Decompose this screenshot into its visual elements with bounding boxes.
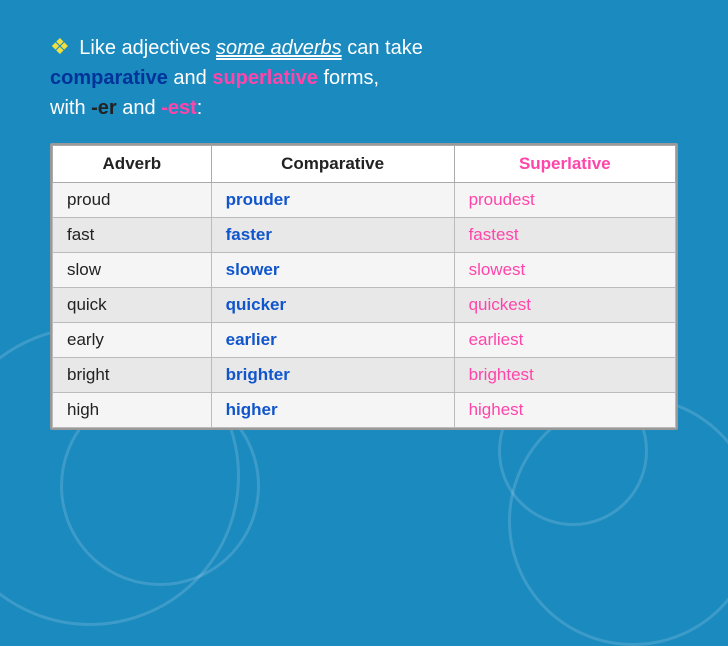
superlative-cell: fastest <box>454 218 675 253</box>
superlative-cell: brightest <box>454 358 675 393</box>
intro-line1-before: Like adjectives <box>79 37 216 59</box>
intro-paragraph: ❖ Like adjectives some adverbs can take … <box>50 30 678 123</box>
adverb-cell: fast <box>53 218 212 253</box>
superlative-cell: slowest <box>454 253 675 288</box>
table-row: fastfasterfastest <box>53 218 676 253</box>
comparative-cell: brighter <box>211 358 454 393</box>
superlative-cell: earliest <box>454 323 675 358</box>
superlative-word: superlative <box>212 67 318 89</box>
adverb-cell: early <box>53 323 212 358</box>
intro-line1-after: can take <box>342 37 423 59</box>
intro-line3-mid: and <box>117 97 161 119</box>
diamond-icon: ❖ <box>50 34 70 59</box>
intro-line2-mid: and <box>168 67 212 89</box>
adverb-cell: proud <box>53 183 212 218</box>
superlative-cell: highest <box>454 393 675 428</box>
intro-line2-end: forms, <box>318 67 379 89</box>
er-suffix: -er <box>91 97 117 119</box>
est-suffix: -est <box>161 97 197 119</box>
header-comparative: Comparative <box>211 146 454 183</box>
adverb-cell: slow <box>53 253 212 288</box>
adverb-table-wrapper: Adverb Comparative Superlative proudprou… <box>50 143 678 430</box>
adverbs-text: some adverbs <box>216 37 342 59</box>
main-content: ❖ Like adjectives some adverbs can take … <box>0 0 728 450</box>
comparative-cell: slower <box>211 253 454 288</box>
adverb-cell: quick <box>53 288 212 323</box>
intro-line3-end: : <box>197 97 203 119</box>
comparative-cell: earlier <box>211 323 454 358</box>
table-header-row: Adverb Comparative Superlative <box>53 146 676 183</box>
table-row: quickquickerquickest <box>53 288 676 323</box>
adverb-table: Adverb Comparative Superlative proudprou… <box>52 145 676 428</box>
adverb-cell: bright <box>53 358 212 393</box>
superlative-cell: proudest <box>454 183 675 218</box>
comparative-cell: higher <box>211 393 454 428</box>
table-body: proudprouderproudestfastfasterfastestslo… <box>53 183 676 428</box>
superlative-cell: quickest <box>454 288 675 323</box>
comparative-word: comparative <box>50 67 168 89</box>
header-adverb: Adverb <box>53 146 212 183</box>
intro-line3-start: with <box>50 97 91 119</box>
adverb-cell: high <box>53 393 212 428</box>
comparative-cell: quicker <box>211 288 454 323</box>
table-row: brightbrighterbrightest <box>53 358 676 393</box>
header-superlative: Superlative <box>454 146 675 183</box>
comparative-cell: prouder <box>211 183 454 218</box>
table-row: proudprouderproudest <box>53 183 676 218</box>
table-row: slowslowerslowest <box>53 253 676 288</box>
table-row: highhigherhighest <box>53 393 676 428</box>
comparative-cell: faster <box>211 218 454 253</box>
table-row: earlyearlierearliest <box>53 323 676 358</box>
